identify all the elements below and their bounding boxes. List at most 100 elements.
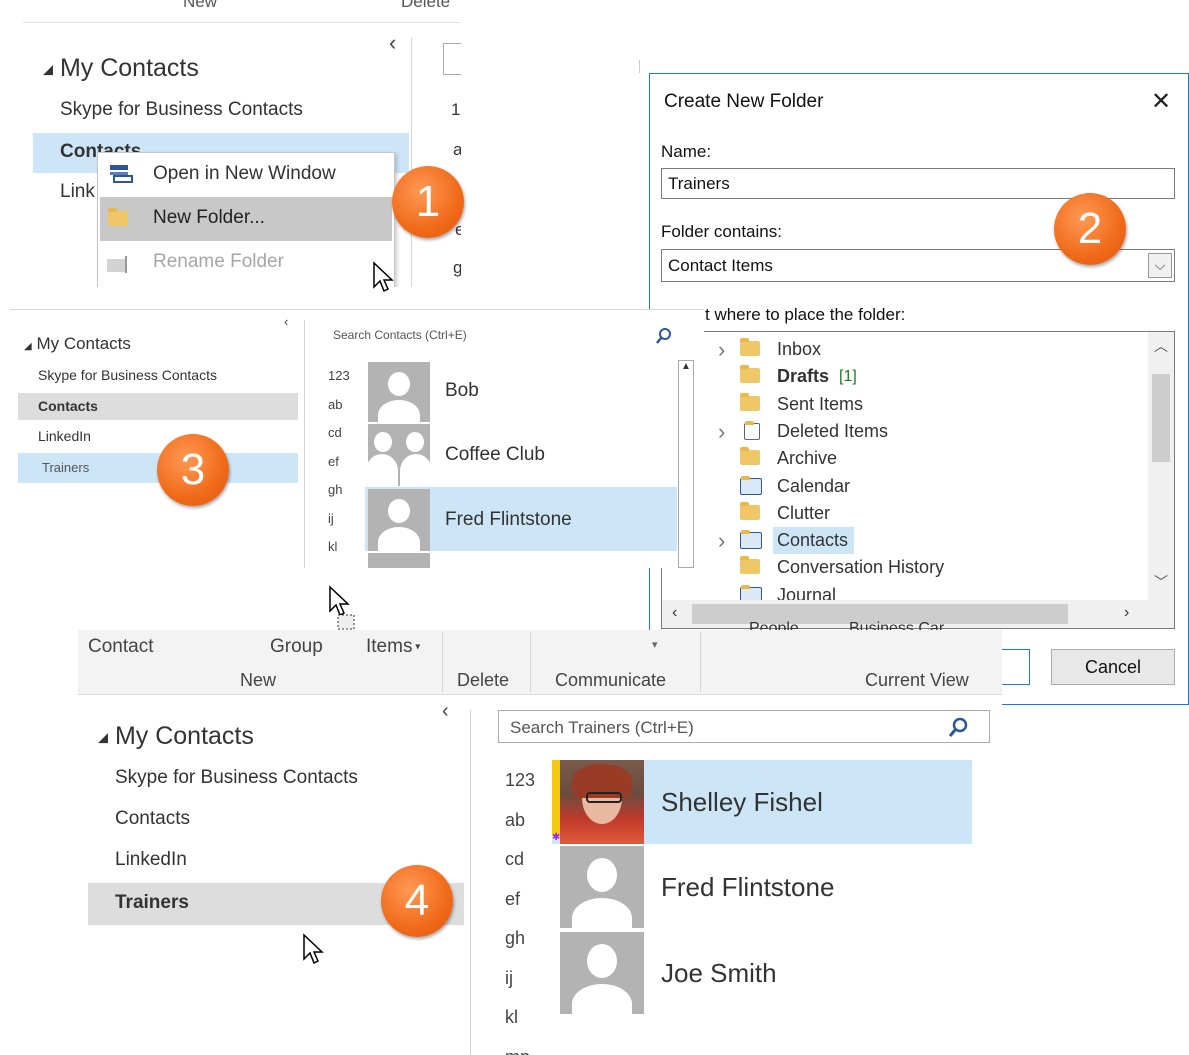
ribbon-label-new: New [183, 0, 218, 11]
letter-index-item[interactable]: ef [328, 454, 339, 469]
tree-item[interactable]: › Deleted Items [662, 418, 1150, 445]
menu-rename-folder[interactable]: Rename Folder [98, 241, 394, 285]
folder-linkedin-4[interactable]: LinkedIn [115, 849, 187, 871]
search-contacts-box[interactable]: Search Contacts (Ctrl+E) [325, 322, 680, 348]
tree-item[interactable]: Calendar [662, 473, 1150, 500]
letter-index-item[interactable]: kl [328, 539, 337, 554]
menu-new-folder[interactable]: New Folder... [100, 197, 392, 241]
panel-step-3: ‹ ◢ My Contacts Skype for Business Conta… [10, 309, 704, 568]
ribbon-items-button[interactable]: Items ▾ [366, 636, 420, 658]
contact-row-joe[interactable]: Joe Smith [552, 932, 972, 1016]
shelley-photo [560, 760, 644, 844]
ribbon-more-icon[interactable]: ▾ [652, 638, 658, 651]
letter-index-item[interactable]: mn [505, 1047, 530, 1055]
search-icon[interactable] [655, 327, 673, 345]
folder-contacts-label-3: Contacts [38, 398, 98, 414]
collapse-triangle-icon-3: ◢ [24, 341, 32, 352]
letter-index-item[interactable]: ab [505, 810, 525, 831]
folder-linkedin[interactable]: Link [60, 181, 95, 203]
tree-item[interactable]: Drafts [1] [662, 363, 1150, 390]
contact-row-coffee-club[interactable]: Coffee Club [365, 424, 677, 486]
panel-step-1: New Delete ‹ ◢ My Contacts Skype for Bus… [23, 0, 461, 287]
letter-index-item[interactable]: cd [505, 849, 524, 870]
avatar [560, 932, 644, 1014]
contacts-icon [740, 530, 762, 550]
ribbon-group-button[interactable]: Group [270, 636, 323, 658]
tree-item-label: Conversation History [777, 557, 945, 578]
contact-list-scrollbar[interactable]: ▲ [678, 360, 694, 568]
letter-index-item[interactable]: ab [328, 397, 342, 412]
cancel-button[interactable]: Cancel [1051, 649, 1175, 685]
step-badge-2: 2 [1054, 193, 1126, 265]
ribbon-items-label: Items [366, 636, 413, 657]
letter-index-item[interactable]: 123 [328, 368, 350, 383]
folder-contacts-4[interactable]: Contacts [115, 808, 190, 830]
close-icon[interactable]: ✕ [1151, 87, 1171, 116]
folder-trainers-label-4: Trainers [115, 892, 189, 913]
tree-item-label: Contacts [773, 527, 855, 555]
tree-item[interactable]: Clutter [662, 500, 1150, 527]
folder-contains-label: Folder contains: [661, 222, 782, 241]
context-menu: Open in New Window New Folder... Rename … [97, 152, 395, 287]
tree-item[interactable]: Conversation History [662, 554, 1150, 581]
contact-row-fred[interactable]: Fred Flintstone [365, 487, 677, 551]
chevron-right-icon[interactable]: › [718, 336, 725, 363]
pane-divider [411, 38, 412, 287]
tree-item[interactable]: Archive [662, 445, 1150, 472]
ribbon-sep-3 [700, 632, 701, 692]
menu-open-new-window[interactable]: Open in New Window [98, 153, 394, 197]
letter-index-item[interactable]: gh [328, 482, 342, 497]
letter-index-item[interactable]: gh [505, 928, 525, 949]
folder-skype[interactable]: Skype for Business Contacts [60, 99, 303, 121]
ribbon-group-new: New [240, 670, 277, 690]
new-window-icon [110, 165, 133, 183]
contact-name-joe: Joe Smith [661, 958, 777, 988]
contact-row-shelley[interactable]: ✱ Shelley Fishel [552, 760, 972, 844]
scroll-down-icon[interactable]: ﹀ [1154, 572, 1168, 592]
scroll-right-icon[interactable]: › [1124, 604, 1129, 622]
unread-count: [1] [839, 368, 857, 386]
ribbon-contact-button[interactable]: Contact [88, 636, 153, 658]
new-folder-icon [108, 208, 128, 226]
folder-skype-4[interactable]: Skype for Business Contacts [115, 767, 358, 789]
chevron-right-icon[interactable]: › [718, 418, 725, 445]
tree-item[interactable]: › Contacts [662, 527, 1150, 555]
folder-linkedin-3[interactable]: LinkedIn [38, 428, 91, 444]
ribbon-label-delete: Delete [401, 0, 451, 11]
letter-index-item[interactable]: cd [328, 425, 342, 440]
chevron-right-icon[interactable]: › [718, 527, 725, 554]
letter-index-item[interactable]: kl [505, 1007, 518, 1028]
my-contacts-header-4[interactable]: ◢ My Contacts [98, 722, 254, 751]
letter-index-item[interactable]: ij [328, 511, 334, 526]
tree-item-label: Archive [777, 448, 838, 469]
my-contacts-header-3[interactable]: ◢ My Contacts [24, 334, 131, 354]
scroll-left-icon[interactable]: ‹ [672, 604, 677, 622]
folder-skype-3[interactable]: Skype for Business Contacts [38, 367, 217, 383]
tree-vertical-scrollbar[interactable]: ︿ ﹀ [1148, 332, 1174, 600]
pane-divider-4 [470, 710, 471, 1055]
scroll-up-icon-3[interactable]: ▲ [681, 361, 691, 372]
collapse-pane-icon-small[interactable]: ‹ [284, 314, 288, 329]
dropdown-button[interactable]: ⌵ [1148, 253, 1172, 278]
collapse-pane-icon-4[interactable]: ‹ [442, 700, 449, 723]
tree-item[interactable]: Sent Items [662, 391, 1150, 418]
presence-bar [552, 760, 560, 836]
collapse-pane-icon[interactable]: ‹ [389, 30, 396, 56]
group-avatar [368, 424, 430, 486]
contact-row-fred-4[interactable]: Fred Flintstone [552, 846, 972, 930]
tree-item-label: Inbox [777, 339, 822, 359]
search-icon[interactable] [947, 716, 969, 738]
letter-index-item[interactable]: 123 [505, 770, 535, 791]
search-trainers-box[interactable]: Search Trainers (Ctrl+E) [498, 710, 990, 743]
folder-contacts-3[interactable]: Contacts [18, 393, 298, 420]
scroll-thumb[interactable] [1152, 374, 1170, 462]
search-box-edge[interactable] [443, 43, 461, 75]
tree-item[interactable]: › Inbox [662, 336, 1150, 363]
folder-tree[interactable]: › Inbox Drafts [1] Sent Items › Deleted Items A… [661, 331, 1175, 629]
step-badge-1: 1 [392, 166, 464, 238]
scroll-up-icon[interactable]: ︿ [1154, 336, 1168, 356]
contact-row-bob[interactable]: Bob [365, 362, 677, 422]
letter-index-item[interactable]: ef [505, 889, 520, 910]
my-contacts-header[interactable]: ◢ My Contacts [43, 54, 199, 83]
letter-index-item[interactable]: ij [505, 968, 513, 989]
